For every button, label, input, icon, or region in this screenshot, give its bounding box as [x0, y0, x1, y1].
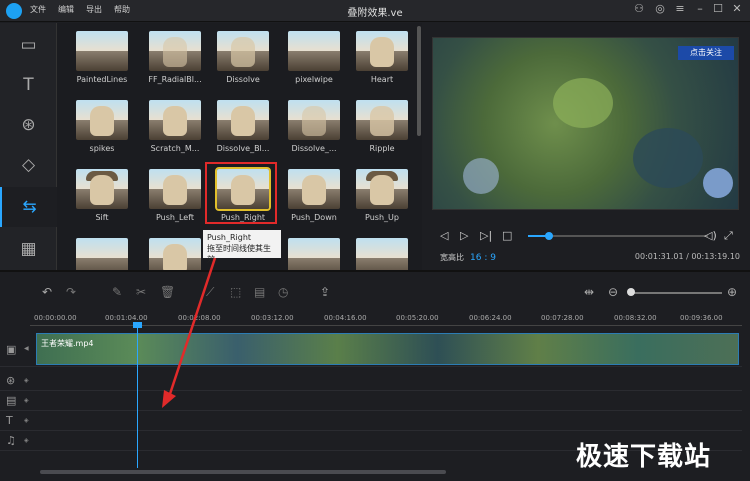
- watermark: 极速下载站: [576, 442, 712, 472]
- annotation-arrow: [162, 257, 217, 408]
